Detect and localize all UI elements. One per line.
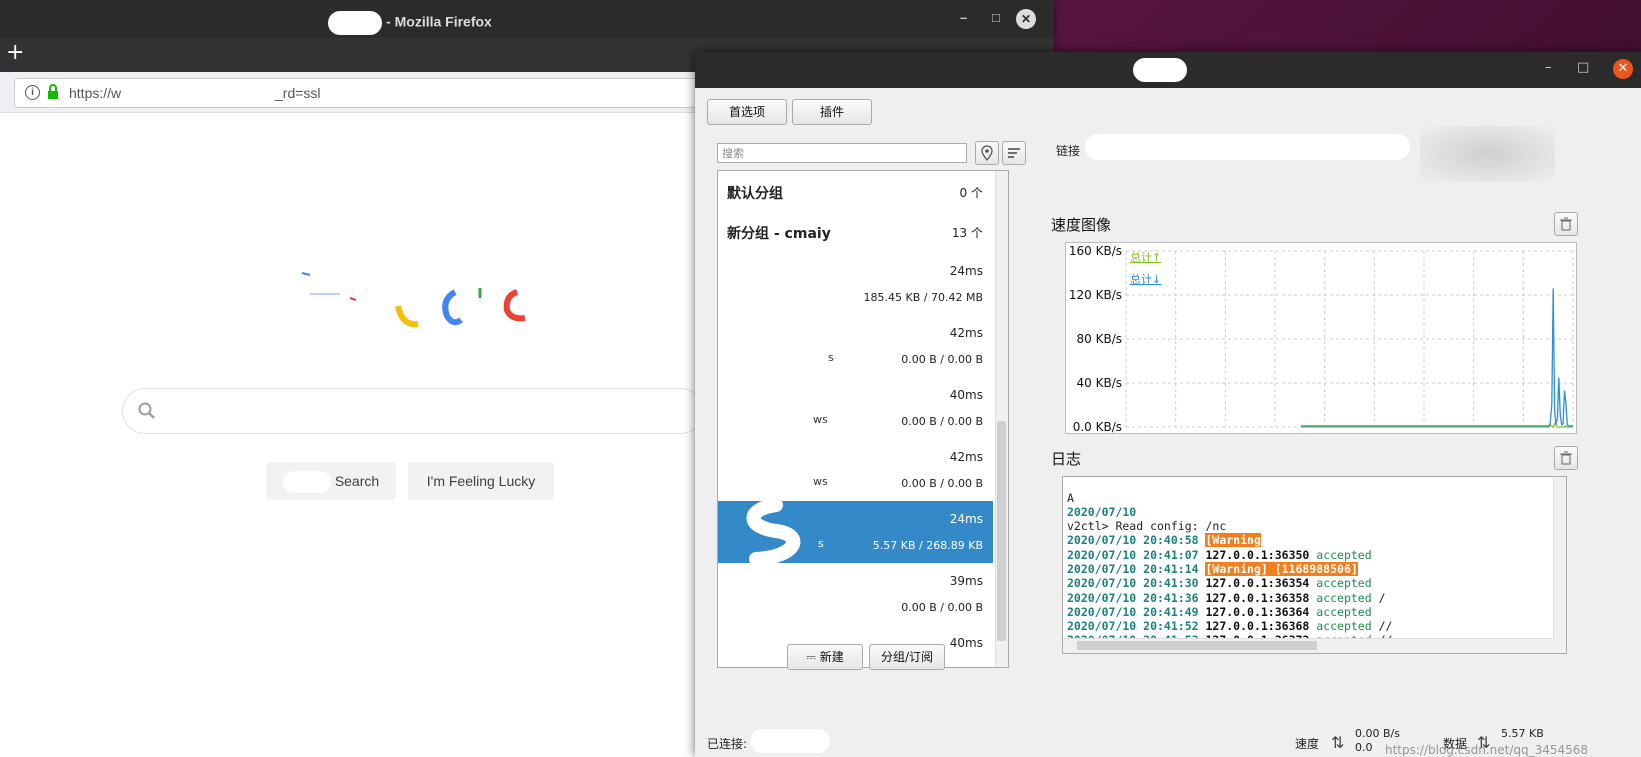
url-bar[interactable]: i https://w _rd=ssl	[14, 78, 706, 108]
url-text-start: https://w	[69, 85, 122, 101]
updown-arrows-icon: ⇅	[1331, 733, 1345, 752]
log-hscrollbar[interactable]	[1063, 638, 1566, 653]
maximize-icon[interactable]: □	[1577, 60, 1589, 75]
y-tick-label: 120 KB/s	[1069, 288, 1122, 302]
info-icon[interactable]: i	[25, 85, 40, 100]
group-subscription-button[interactable]: 分组/订阅	[869, 644, 945, 670]
window-title: - Mozilla Firefox	[386, 13, 492, 30]
new-tab-icon[interactable]: +	[6, 40, 24, 65]
sort-button[interactable]	[1002, 141, 1026, 165]
server-row[interactable]: 42ms s 0.00 B / 0.00 B	[718, 315, 993, 377]
list-scrollbar[interactable]	[995, 171, 1008, 667]
y-tick-label: 80 KB/s	[1077, 332, 1122, 346]
firefox-titlebar: - Mozilla Firefox – □ ✕	[0, 0, 1054, 38]
speed-chart: 160 KB/s 120 KB/s 80 KB/s 40 KB/s 0.0 KB/s 总计…	[1065, 242, 1577, 434]
trash-icon	[1560, 217, 1572, 231]
connected-label: 已连接:	[707, 737, 748, 751]
maximize-icon[interactable]: □	[992, 10, 1000, 25]
new-connection-button[interactable]: ⎓ 新建	[787, 644, 863, 670]
search-icon	[138, 402, 155, 419]
server-row[interactable]: 24ms 185.45 KB / 70.42 MB	[718, 253, 993, 315]
speed-up-value: 0.00 B/s	[1355, 727, 1400, 740]
log-line: 2020/07/10 20:41:30 127.0.0.1:36354 acce…	[1067, 576, 1372, 591]
server-search-input[interactable]: 搜索	[717, 143, 967, 163]
server-row[interactable]: 39ms 0.00 B / 0.00 B	[718, 563, 993, 625]
log-line: v2ctl> Read config: /nc	[1067, 519, 1227, 533]
y-tick-label: 0.0 KB/s	[1073, 420, 1122, 433]
log-line: 2020/07/10 20:41:07 127.0.0.1:36350 acce…	[1067, 547, 1372, 562]
redacted-blot	[750, 729, 830, 753]
lock-icon	[48, 84, 58, 99]
google-search-input[interactable]	[122, 388, 704, 434]
minimize-icon[interactable]: –	[1545, 60, 1552, 75]
log-line: A	[1067, 491, 1074, 505]
log-vscrollbar[interactable]	[1553, 477, 1566, 639]
sort-icon	[1008, 148, 1020, 158]
log-line: 2020/07/10 20:41:36 127.0.0.1:36358 acce…	[1067, 590, 1386, 605]
speed-chart-title: 速度图像	[1051, 216, 1112, 234]
speed-down-value: 0.0	[1355, 741, 1373, 754]
google-logo-fragments	[301, 272, 526, 328]
status-bar: 已连接: 速度 ⇅ 0.00 B/s 0.0 数据 ⇅ 5.57 KB http…	[695, 727, 1641, 757]
url-text-end: _rd=ssl	[275, 85, 321, 101]
google-search-button[interactable]: Search	[266, 462, 396, 500]
feeling-lucky-button[interactable]: I'm Feeling Lucky	[408, 462, 554, 500]
data-up-value: 5.57 KB	[1501, 727, 1544, 740]
group-row[interactable]: 新分组 - cmaiy 13 个	[718, 211, 993, 251]
new-icon: ⎓	[806, 650, 820, 664]
server-row[interactable]: 40ms ws 0.00 B / 0.00 B	[718, 377, 993, 439]
server-row[interactable]: 42ms ws 0.00 B / 0.00 B	[718, 439, 993, 501]
log-line: 2020/07/10 20:40:58 [Warning	[1067, 533, 1261, 548]
log-line: 2020/07/10 20:41:52 127.0.0.1:36368 acce…	[1067, 619, 1393, 634]
server-list[interactable]: 默认分组 0 个 新分组 - cmaiy 13 个 24ms 185.45 KB / …	[717, 170, 1009, 668]
log-line: 2020/07/10 20:41:14 [Warning] [116898850…	[1067, 561, 1358, 576]
group-row[interactable]: 默认分组 0 个	[718, 171, 993, 211]
close-icon[interactable]: ✕	[1613, 59, 1633, 79]
log-view[interactable]: A 2020/07/10 v2ctl> Read config: /nc 2020…	[1062, 476, 1567, 654]
qv2ray-window: – □ ✕ 首选项 插件 搜索 默认分组 0 个 新分组 - cmaiy 13 个 …	[695, 52, 1641, 757]
series-line	[1301, 288, 1573, 427]
legend-entry: 总计↑	[1130, 250, 1161, 264]
trash-icon	[1560, 451, 1572, 465]
redacted-blot	[1133, 58, 1187, 82]
close-icon[interactable]: ✕	[1016, 9, 1036, 29]
location-pin-icon	[981, 145, 993, 162]
legend-entry: 总计↓	[1130, 272, 1161, 286]
watermark: https://blog.csdn.net/qq_3454568	[1385, 743, 1589, 757]
clear-speed-button[interactable]	[1554, 212, 1578, 236]
qv2ray-titlebar: – □ ✕	[695, 52, 1641, 88]
log-line: 2020/07/10	[1067, 505, 1137, 519]
log-line: 2020/07/10 20:41:49 127.0.0.1:36364 acce…	[1067, 604, 1372, 619]
log-title: 日志	[1051, 450, 1082, 468]
link-field[interactable]	[1085, 134, 1410, 160]
redacted-blot	[328, 11, 383, 35]
server-row-selected[interactable]: 24ms s 5.57 KB / 268.89 KB	[718, 501, 993, 563]
qr-code-blurred	[1420, 126, 1555, 182]
minimize-icon[interactable]: –	[960, 10, 967, 25]
speed-chart-svg: 160 KB/s 120 KB/s 80 KB/s 40 KB/s 0.0 KB/s 总计…	[1069, 244, 1574, 434]
speed-label: 速度	[1295, 737, 1320, 751]
y-tick-label: 40 KB/s	[1077, 376, 1122, 390]
plugins-button[interactable]: 插件	[792, 99, 872, 125]
locate-button[interactable]	[975, 141, 999, 165]
preferences-button[interactable]: 首选项	[707, 99, 787, 125]
redacted-scribble	[746, 501, 801, 563]
link-label: 链接	[1056, 144, 1081, 158]
y-tick-label: 160 KB/s	[1069, 244, 1122, 258]
clear-log-button[interactable]	[1554, 446, 1578, 470]
